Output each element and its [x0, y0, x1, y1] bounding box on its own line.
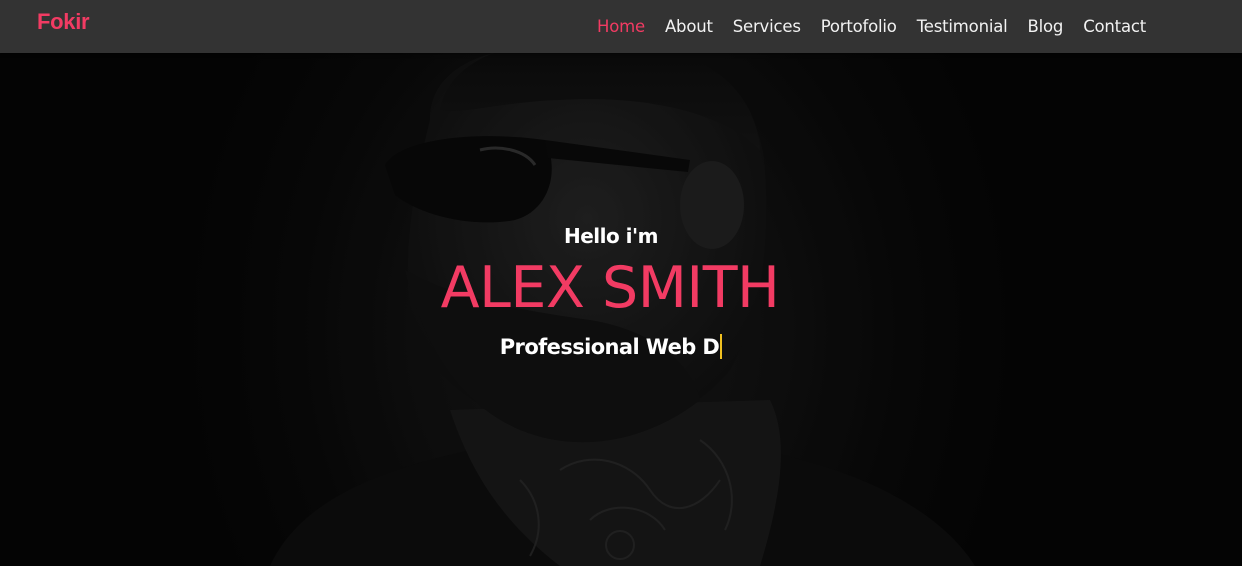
main-nav: Home About Services Portofolio Testimoni…: [577, 0, 1146, 53]
nav-item-contact[interactable]: Contact: [1083, 17, 1146, 36]
page: Fokir Home About Services Portofolio Tes…: [0, 0, 1242, 566]
nav-item-about[interactable]: About: [665, 17, 713, 36]
typing-cursor: [720, 334, 723, 359]
nav-item-services[interactable]: Services: [733, 17, 801, 36]
hero-greeting: Hello i'm: [563, 224, 659, 248]
nav-item-portofolio[interactable]: Portofolio: [821, 17, 897, 36]
nav-item-blog[interactable]: Blog: [1028, 17, 1064, 36]
nav-item-home[interactable]: Home: [597, 17, 645, 36]
hero-typed-text: Professional Web D: [499, 335, 720, 359]
hero-name: ALEX SMITH: [440, 255, 780, 321]
navbar: Fokir Home About Services Portofolio Tes…: [0, 0, 1242, 53]
nav-item-testimonial[interactable]: Testimonial: [917, 17, 1008, 36]
hero-content: Hello i'm ALEX SMITH Professional Web D: [0, 0, 1242, 566]
hero-typed-line: Professional Web D: [0, 334, 1222, 359]
brand-logo[interactable]: Fokir: [37, 9, 90, 35]
